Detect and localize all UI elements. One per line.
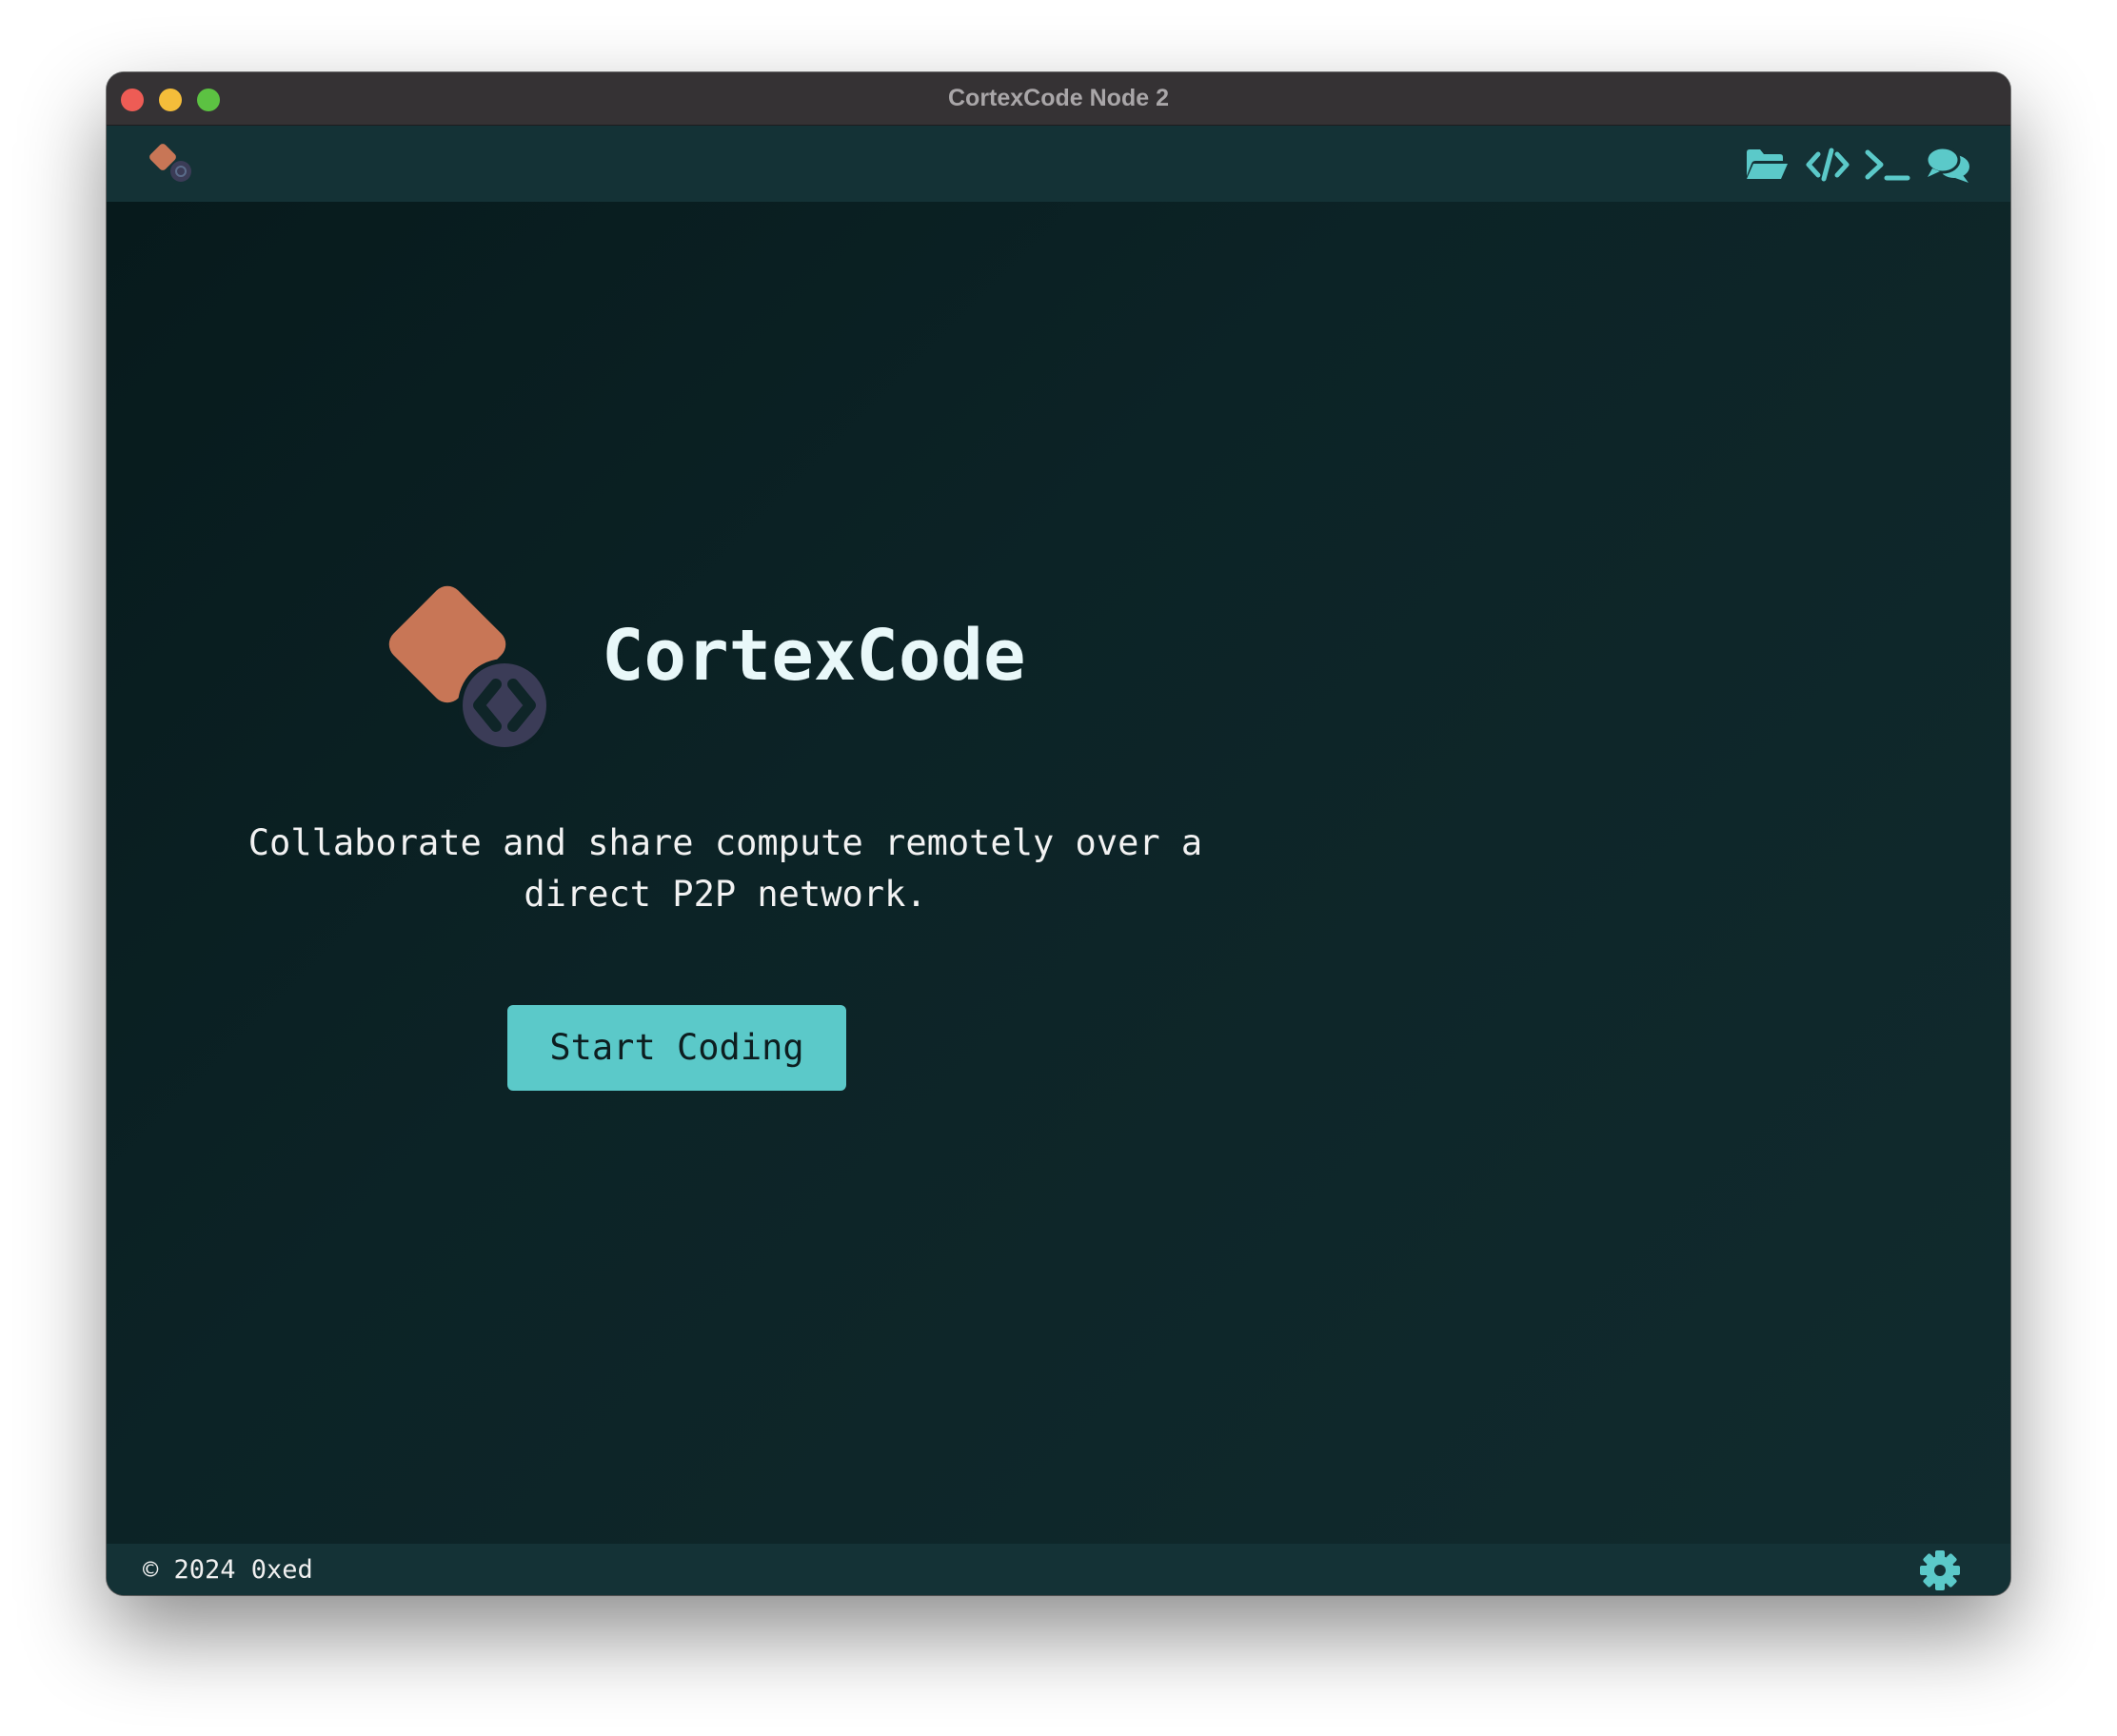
gear-icon[interactable] bbox=[1919, 1549, 1961, 1591]
start-coding-button[interactable]: Start Coding bbox=[507, 1005, 846, 1091]
cortexcode-hero-logo bbox=[388, 585, 551, 752]
app-name-heading: CortexCode bbox=[602, 615, 1026, 697]
top-nav-bar bbox=[107, 126, 2010, 202]
title-bar: CortexCode Node 2 bbox=[107, 72, 2010, 126]
code-icon[interactable] bbox=[1805, 145, 1850, 185]
copyright-text: © 2024 0xed bbox=[143, 1555, 313, 1585]
cortexcode-logo-icon[interactable] bbox=[148, 143, 194, 187]
tagline-text: Collaborate and share compute remotely o… bbox=[247, 822, 1203, 915]
terminal-icon[interactable] bbox=[1864, 145, 1911, 185]
app-window: CortexCode Node 2 CortexCode Collaborate… bbox=[107, 72, 2010, 1595]
welcome-screen: CortexCode Collaborate and share compute… bbox=[107, 202, 2010, 1544]
chat-icon[interactable] bbox=[1925, 145, 1972, 185]
window-title: CortexCode Node 2 bbox=[948, 85, 1169, 111]
folder-open-icon[interactable] bbox=[1744, 145, 1790, 185]
footer-bar: © 2024 0xed bbox=[107, 1544, 2010, 1595]
